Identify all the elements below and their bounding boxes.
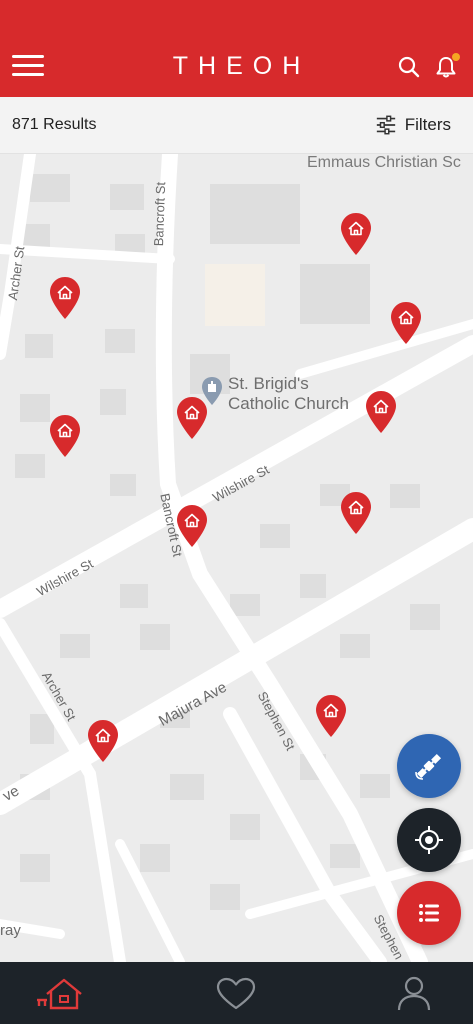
bell-icon[interactable]	[434, 53, 460, 79]
property-pin[interactable]	[365, 390, 397, 434]
street-label-bancroft: Bancroft St	[151, 181, 169, 247]
search-icon[interactable]	[397, 55, 421, 79]
property-pin[interactable]	[49, 276, 81, 320]
school-label: Emmaus Christian Sc	[307, 154, 461, 171]
property-pin[interactable]	[176, 504, 208, 548]
property-pin[interactable]	[176, 396, 208, 440]
map-view[interactable]: Emmaus Christian Sc Bancroft St Bancroft…	[0, 154, 473, 962]
heart-icon[interactable]	[212, 974, 260, 1014]
property-pin[interactable]	[315, 694, 347, 738]
results-count: 871 Results	[12, 116, 97, 133]
sliders-icon	[376, 115, 395, 135]
property-pin[interactable]	[340, 491, 372, 535]
filters-button[interactable]: Filters	[375, 113, 451, 137]
profile-icon[interactable]	[390, 974, 438, 1014]
property-pin[interactable]	[340, 212, 372, 256]
filters-label: Filters	[404, 115, 451, 134]
home-icon[interactable]	[35, 974, 83, 1014]
locate-me-button[interactable]	[397, 808, 461, 872]
notification-dot	[452, 53, 460, 61]
poi-label-church: St. Brigid's Catholic Church	[228, 374, 349, 413]
results-bar: 871 Results Filters	[0, 97, 473, 154]
property-pin[interactable]	[87, 719, 119, 763]
property-pin[interactable]	[390, 301, 422, 345]
crosshair-icon	[415, 826, 443, 854]
satellite-icon	[415, 753, 442, 780]
list-view-button[interactable]	[397, 881, 461, 945]
street-label-edge: ray	[0, 922, 21, 939]
app-header: THEOH	[0, 0, 473, 97]
list-icon	[419, 904, 439, 922]
property-pin[interactable]	[49, 414, 81, 458]
bottom-nav	[0, 962, 473, 1024]
satellite-toggle-button[interactable]	[397, 734, 461, 798]
